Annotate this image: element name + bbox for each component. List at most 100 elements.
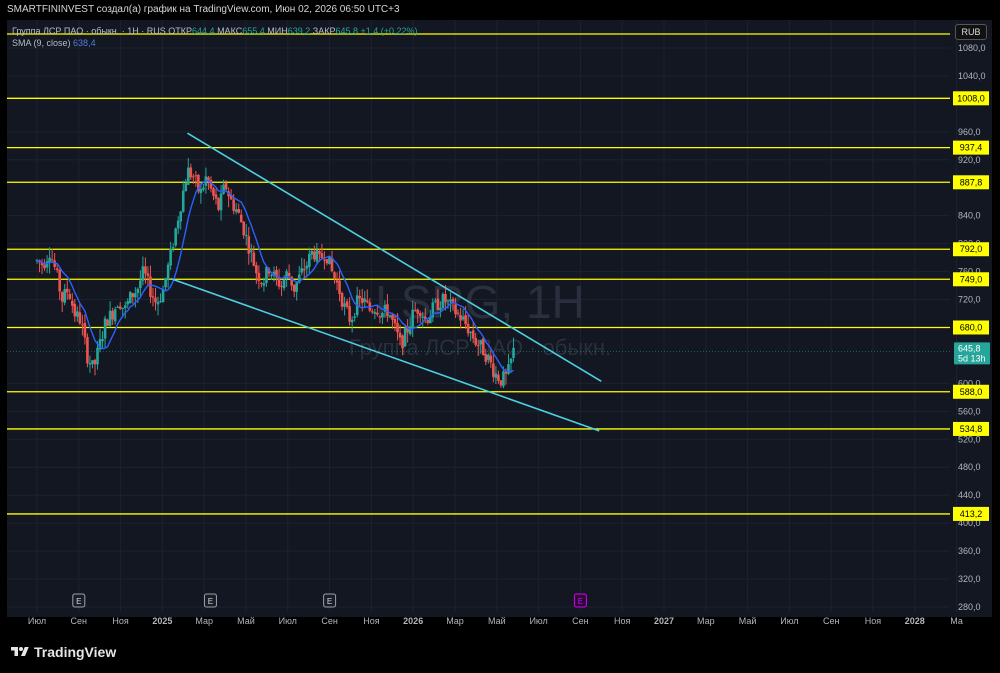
candle-body [469,332,472,334]
candle-body [151,296,155,298]
candle-body [192,176,195,178]
candle-body [333,272,336,279]
candle-body [509,358,513,364]
candle-body [103,318,107,339]
candle-body [396,323,399,333]
level-label: 413,2 [960,509,983,519]
candle-body [388,315,392,317]
candle-body [86,337,89,364]
level-label: 588,0 [960,387,983,397]
candle-body [287,272,291,276]
candle-body [179,211,183,222]
candle-body [161,289,165,303]
candle-body [345,301,349,307]
current-price-value: 645,8 [958,343,981,353]
candle-body [310,250,314,255]
candle-body [492,363,495,377]
candle-body [121,307,125,309]
candle-body [250,250,253,253]
candle-countdown: 5d 13h [958,353,986,363]
x-tick-label: 2026 [403,616,423,626]
candle-body [43,264,46,269]
candle-body [144,266,147,274]
candle-body [350,319,354,323]
candle-body [434,300,437,302]
candle-body [93,359,97,365]
currency-badge[interactable]: RUB [955,24,987,40]
candle-body [325,259,329,264]
candle-body [315,249,319,262]
candle-body [418,312,422,316]
candle-body [126,301,130,305]
price-chart[interactable]: LSRG, 1H Группа ЛСР ПАО · обыкн. 280,0 32… [0,0,1000,631]
candle-body [224,182,228,190]
candle-body [214,194,218,199]
symbol-legend[interactable]: Группа ЛСР ПАО · обыкн. · 1Н · RUS ОТКР6… [12,26,418,36]
candle-body [81,324,84,326]
candle-body [101,339,104,342]
candle-body [499,380,503,386]
candle-body [484,354,488,362]
time-axis[interactable]: Июл Сен Ноя 2025 Мар Май Июл Сен Ноя 2026 Мар Май Ию… [28,616,963,626]
candle-body [118,306,122,309]
current-price-label: 645,8 5d 13h [954,342,990,365]
candle-body [55,268,59,271]
candle-body [96,347,99,365]
candle-body [416,309,420,314]
candle-body [63,289,67,303]
candle-body [353,316,356,318]
tradingview-logo-icon [11,647,29,656]
candle-body [313,251,316,260]
candle-body [487,354,490,360]
candle-body [497,374,500,381]
candle-body [466,323,470,334]
candle-body [371,311,374,313]
candle-body [365,300,369,303]
indicator-legend[interactable]: SMA (9, close) 638,4 [12,38,96,48]
candle-body [282,279,286,289]
candle-body [212,188,215,196]
candle-body [149,276,152,297]
candle-body [194,175,198,177]
x-tick-label: 2028 [905,616,925,626]
watermark-ticker: LSRG, 1H [375,276,585,328]
x-tick-label: Июл [780,616,798,626]
y-tick-label: 440,0 [958,490,981,500]
candle-body [292,284,296,292]
y-tick-label: 1080,0 [958,43,986,53]
symbol-name: Группа ЛСР ПАО · обыкн. · 1Н · RUS [12,26,166,36]
candle-body [262,283,266,286]
y-tick-label: 480,0 [958,462,981,472]
open-label: ОТКР [168,26,193,36]
candle-body [255,265,258,274]
x-tick-label: Май [237,616,255,626]
candle-body [474,337,478,345]
candle-body [403,327,407,347]
candle-body [70,300,74,306]
x-tick-label: Май [488,616,506,626]
candle-body [106,319,109,326]
candle-body [439,307,442,311]
candle-body [512,347,515,358]
low-label: МИН [267,26,288,36]
y-tick-label: 320,0 [958,574,981,584]
candle-body [244,234,248,236]
y-tick-label: 960,0 [958,127,981,137]
candle-body [320,253,324,259]
candle-body [242,221,246,236]
candle-body [131,293,135,298]
candle-body [471,330,475,339]
candle-body [88,363,92,365]
candle-body [381,313,384,318]
x-tick-label: Сен [321,616,338,626]
candle-body [507,364,510,374]
candle-body [65,288,69,293]
x-tick-label: Июл [529,616,547,626]
candle-body [459,315,462,321]
candle-body [164,278,167,288]
tradingview-logo[interactable]: TradingView [10,643,116,661]
level-label: 749,0 [960,274,983,284]
candle-body [444,293,447,302]
candle-body [421,316,425,318]
candle-body [391,314,394,320]
